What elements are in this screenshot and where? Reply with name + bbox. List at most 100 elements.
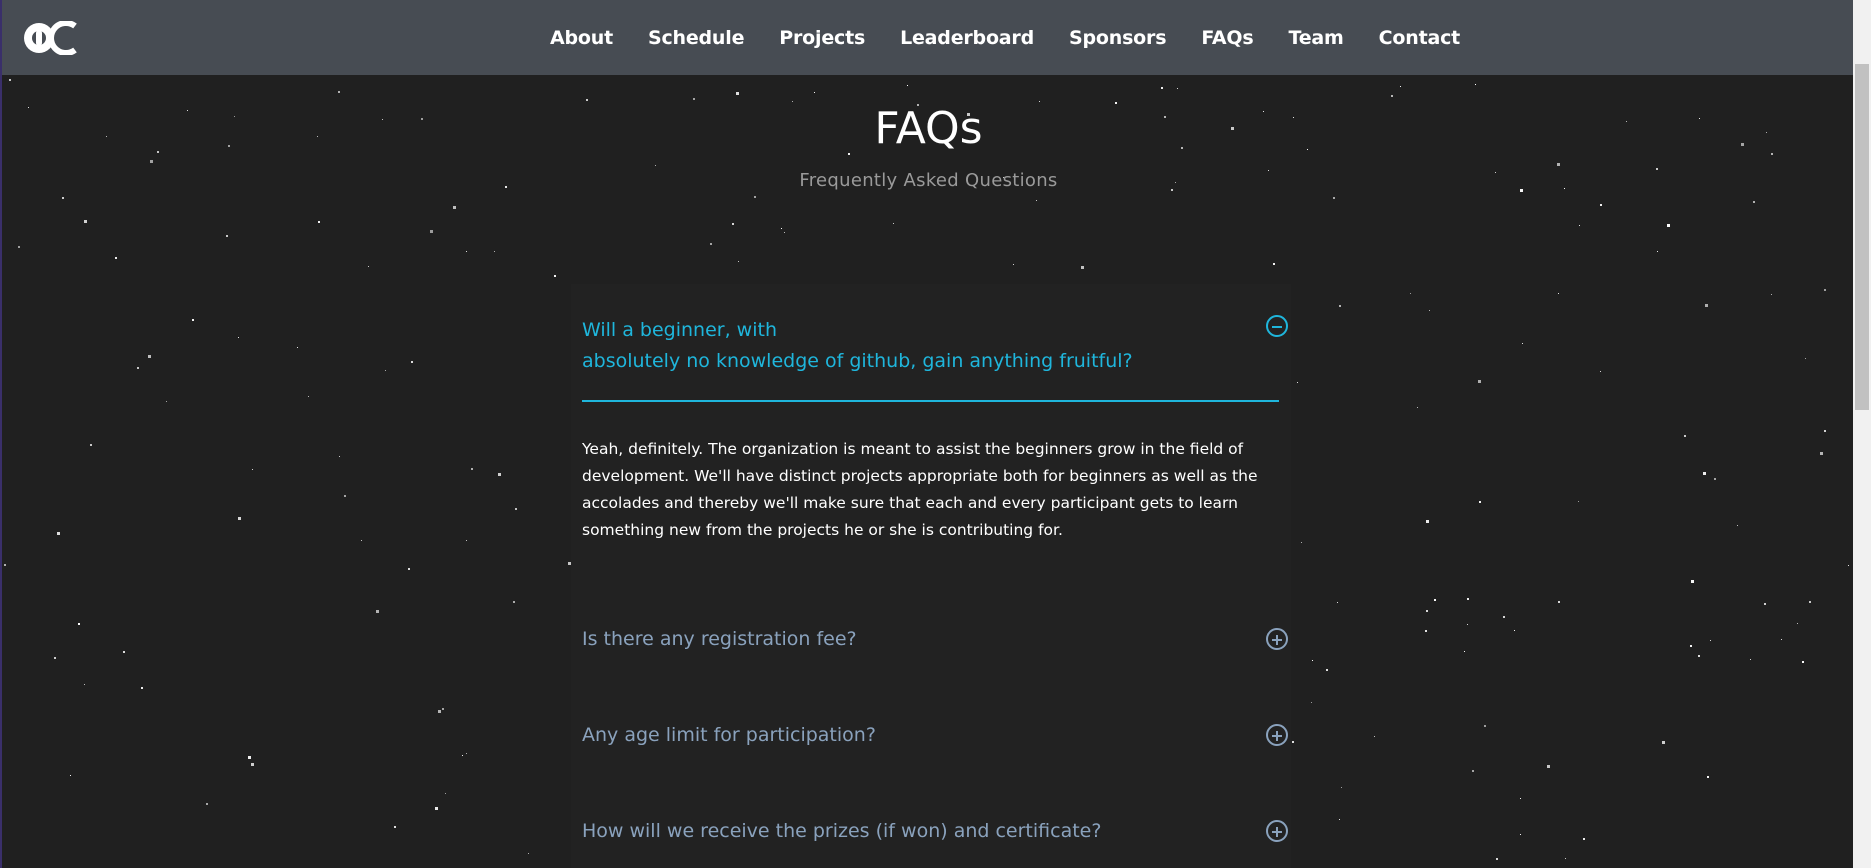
star <box>361 540 362 541</box>
star <box>251 763 254 766</box>
star <box>1764 603 1766 605</box>
faq-question[interactable]: Any age limit for participation? <box>582 720 1289 751</box>
star <box>1684 435 1686 437</box>
navbar: About Schedule Projects Leaderboard Spon… <box>2 0 1855 75</box>
star <box>710 243 712 245</box>
star <box>1503 616 1505 618</box>
star <box>1339 819 1340 820</box>
nav-leaderboard[interactable]: Leaderboard <box>900 27 1034 49</box>
star <box>1425 630 1427 632</box>
star <box>141 687 143 689</box>
expand-plus-icon[interactable] <box>1266 628 1288 650</box>
star <box>528 853 529 854</box>
star <box>1326 669 1328 671</box>
star <box>1809 601 1811 603</box>
oc-logo[interactable] <box>23 20 77 56</box>
star <box>57 532 60 535</box>
star <box>1707 776 1709 778</box>
star <box>1690 645 1692 647</box>
star <box>1558 601 1560 603</box>
star <box>1273 263 1275 265</box>
star <box>308 396 309 397</box>
star <box>814 92 815 93</box>
star <box>1520 834 1521 835</box>
star <box>1434 599 1436 601</box>
star <box>1820 452 1823 455</box>
star <box>1805 358 1806 359</box>
nav-schedule[interactable]: Schedule <box>648 27 744 49</box>
expand-plus-icon[interactable] <box>1266 820 1288 842</box>
vertical-scrollbar[interactable] <box>1853 0 1871 868</box>
star <box>754 196 756 198</box>
star <box>466 540 467 541</box>
star <box>438 710 441 713</box>
star <box>90 444 92 446</box>
star <box>453 206 456 209</box>
star <box>1547 765 1550 768</box>
star <box>84 220 87 223</box>
star <box>1391 95 1393 97</box>
scrollbar-thumb[interactable] <box>1855 64 1869 410</box>
star <box>1496 858 1498 860</box>
star <box>1691 580 1694 583</box>
star <box>1514 630 1515 631</box>
star <box>1341 787 1342 788</box>
star <box>1600 371 1601 372</box>
star <box>411 361 413 363</box>
faq-item-beginner: Will a beginner, with absolutely no know… <box>582 315 1289 539</box>
star <box>84 684 85 685</box>
star <box>442 708 444 710</box>
page-subtitle: Frequently Asked Questions <box>799 170 1058 191</box>
faq-question[interactable]: Is there any registration fee? <box>582 624 1289 655</box>
star <box>1824 430 1826 432</box>
star <box>1698 655 1700 657</box>
star <box>248 756 251 759</box>
star <box>494 251 495 252</box>
star <box>338 91 340 93</box>
star <box>1036 200 1037 201</box>
star <box>148 355 151 358</box>
faq-item-registration-fee: Is there any registration fee? <box>582 624 1289 655</box>
star <box>445 793 446 794</box>
page-title: FAQs <box>874 103 983 154</box>
star <box>70 775 71 776</box>
star <box>1478 380 1481 383</box>
nav-contact[interactable]: Contact <box>1379 27 1461 49</box>
star <box>238 517 241 520</box>
faq-question[interactable]: Will a beginner, with absolutely no know… <box>582 315 1289 377</box>
star <box>1714 478 1716 480</box>
star <box>693 98 695 100</box>
star <box>466 753 467 754</box>
faq-question[interactable]: How will we receive the prizes (if won) … <box>582 816 1289 847</box>
expand-plus-icon[interactable] <box>1266 724 1288 746</box>
nav-team[interactable]: Team <box>1288 27 1343 49</box>
nav-projects[interactable]: Projects <box>779 27 865 49</box>
star <box>252 469 253 470</box>
star <box>1400 86 1401 87</box>
faq-question-line: absolutely no knowledge of github, gain … <box>582 350 1133 372</box>
star <box>1426 610 1428 612</box>
star <box>1467 624 1468 625</box>
nav-faqs[interactable]: FAQs <box>1201 27 1253 49</box>
collapse-minus-icon[interactable] <box>1266 315 1288 337</box>
star <box>781 228 782 229</box>
star <box>1557 163 1560 166</box>
star <box>1429 310 1430 311</box>
star <box>318 221 320 223</box>
faq-divider <box>582 400 1279 402</box>
nav-about[interactable]: About <box>550 27 613 49</box>
star <box>1426 520 1429 523</box>
star <box>1333 197 1335 199</box>
nav-sponsors[interactable]: Sponsors <box>1069 27 1167 49</box>
star <box>1771 294 1772 295</box>
star <box>498 473 501 476</box>
star <box>1565 858 1566 859</box>
star <box>430 230 433 233</box>
star <box>115 257 117 259</box>
star <box>344 495 346 497</box>
star <box>1464 651 1465 652</box>
star <box>1311 702 1312 703</box>
star <box>62 197 64 199</box>
star <box>736 92 739 95</box>
star <box>513 601 515 603</box>
